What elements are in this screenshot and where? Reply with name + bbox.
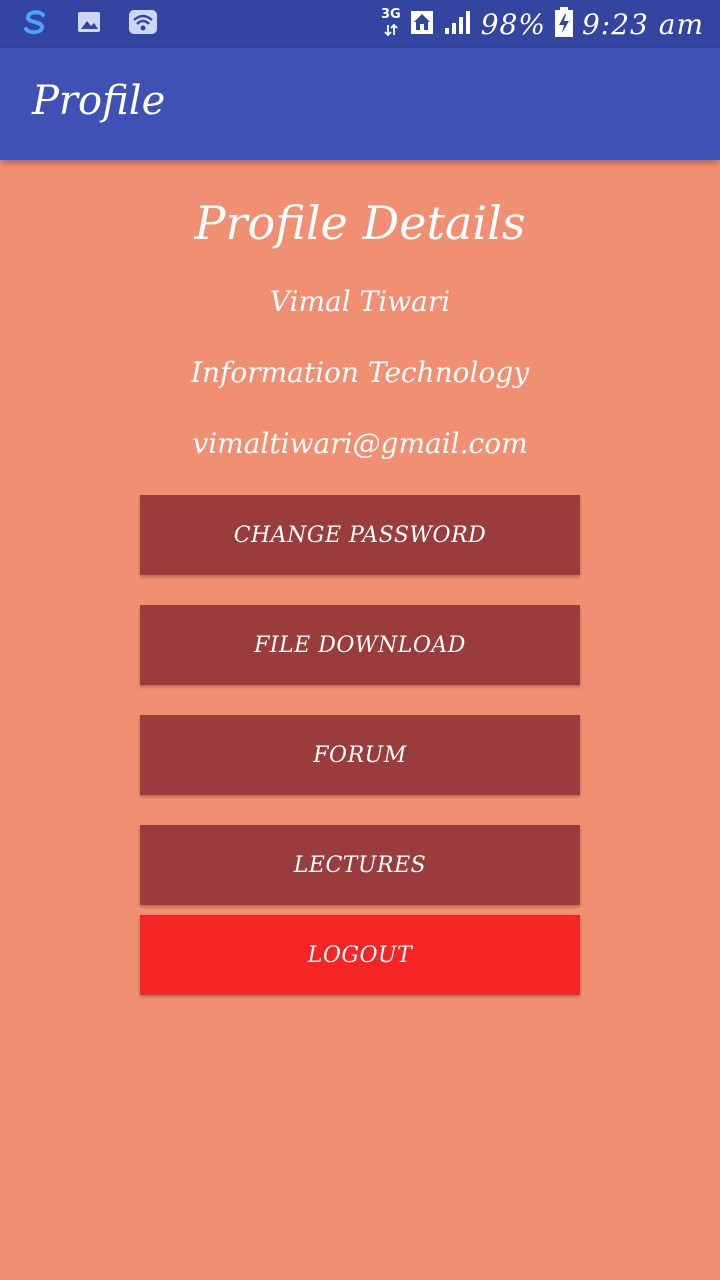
signal-icon (443, 8, 473, 40)
file-download-button[interactable]: FILE DOWNLOAD (140, 605, 580, 685)
battery-percent: 98% (480, 7, 546, 41)
home-icon (409, 8, 435, 40)
network-type-label: 3G (381, 7, 401, 22)
data-arrows-icon (384, 21, 398, 40)
image-icon (76, 9, 102, 39)
forum-button[interactable]: FORUM (140, 715, 580, 795)
profile-details-heading: Profile Details (194, 196, 526, 250)
status-right-icons: 3G 98% 9:23 am (381, 6, 704, 42)
app-bar: Profile (0, 48, 720, 160)
profile-email: vimaltiwari@gmail.com (192, 427, 528, 460)
profile-department: Information Technology (190, 356, 530, 389)
status-bar: 3G 98% 9:23 am (0, 0, 720, 48)
sync-s-icon (20, 7, 50, 41)
network-type-indicator: 3G (381, 8, 401, 40)
lectures-button[interactable]: LECTURES (140, 825, 580, 905)
logout-button[interactable]: LOGOUT (140, 915, 580, 995)
clock: 9:23 am (581, 7, 704, 41)
wifi-icon (128, 9, 158, 39)
status-left-icons (20, 8, 158, 40)
app-bar-title: Profile (32, 78, 166, 124)
change-password-button[interactable]: CHANGE PASSWORD (140, 495, 580, 575)
profile-name: Vimal Tiwari (269, 285, 451, 318)
battery-charging-icon (554, 6, 574, 42)
